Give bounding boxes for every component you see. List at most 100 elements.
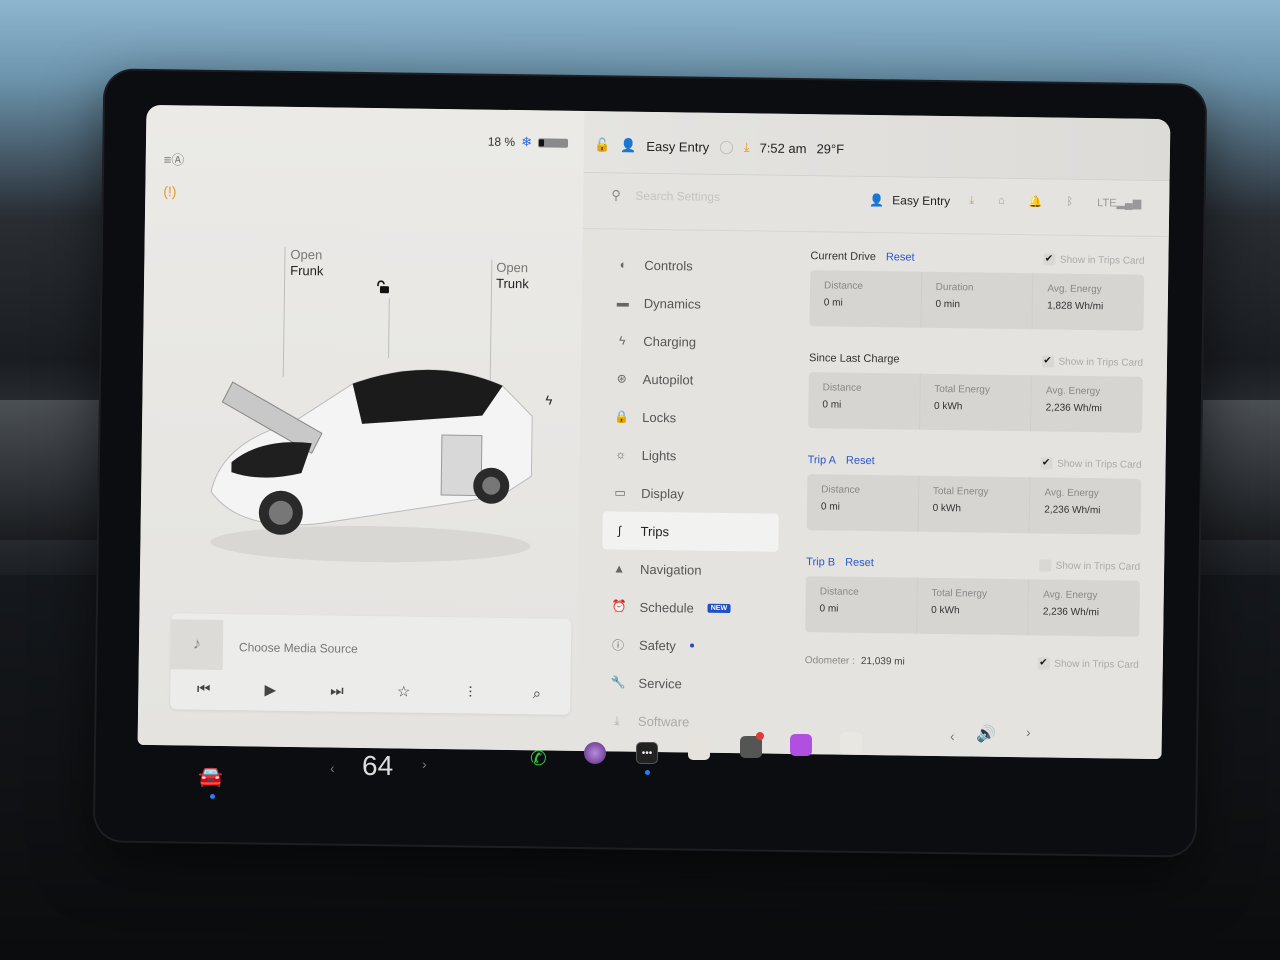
current-drive-reset-button[interactable]: Reset: [886, 251, 915, 263]
nav-navigation[interactable]: ▲ Navigation: [602, 549, 779, 589]
nav-lights[interactable]: ☼ Lights: [603, 435, 780, 475]
nav-charging[interactable]: ϟ Charging: [605, 321, 782, 361]
safety-notification-dot: [689, 643, 694, 648]
nav-label: Locks: [642, 409, 677, 425]
stat-label: Avg. Energy: [1047, 283, 1102, 296]
volume-up-chevron-icon[interactable]: ›: [1026, 724, 1031, 740]
stat-label: Avg. Energy: [1043, 589, 1098, 602]
nav-locks[interactable]: 🔒 Locks: [604, 397, 781, 437]
stat-cell: Distance 0 mi: [805, 576, 918, 634]
play-icon[interactable]: ▶: [250, 680, 290, 699]
trunk-action: Open: [496, 259, 529, 276]
software-update-icon[interactable]: ⤓: [744, 139, 750, 155]
open-trunk-button[interactable]: Open Trunk: [496, 260, 529, 292]
lock-icon: 🔒: [614, 409, 630, 424]
trunk-label: Trunk: [495, 275, 529, 292]
nav-controls[interactable]: ◐ Controls: [606, 245, 783, 285]
cabin-temperature[interactable]: 64: [362, 750, 393, 782]
steering-wheel-icon: ⊛: [616, 371, 627, 386]
settings-header: ⚲ 👤 Easy Entry ⤓ ⌂ 🔔 ᛒ LTE▂▄▆: [582, 172, 1170, 238]
settings-profile-button[interactable]: 👤 Easy Entry: [869, 193, 950, 208]
volume-down-chevron-icon[interactable]: ‹: [950, 728, 955, 744]
trip-a-reset-button[interactable]: Reset: [846, 455, 875, 467]
new-badge: NEW: [707, 603, 731, 613]
show-label: Show in Trips Card: [1055, 560, 1141, 573]
checkmark-icon: ✔: [1042, 253, 1056, 266]
tire-pressure-warning-icon[interactable]: (!): [163, 183, 187, 203]
podcasts-icon[interactable]: [790, 734, 812, 756]
battery-icon: [537, 137, 569, 148]
toybox-icon[interactable]: [688, 738, 710, 760]
snowflake-icon: ❄: [521, 134, 533, 150]
checkmark-icon: ✔: [1037, 657, 1050, 670]
car-icon[interactable]: 🚘: [198, 764, 223, 789]
stat-value: 2,236 Wh/mi: [1045, 402, 1102, 415]
equalizer-icon[interactable]: ⫶: [450, 684, 490, 702]
stat-value: 2,236 Wh/mi: [1044, 504, 1101, 517]
dashcam-error-badge: [756, 732, 764, 740]
trip-a-title[interactable]: Trip A: [808, 454, 836, 466]
unlocked-icon[interactable]: [376, 280, 390, 294]
nav-dynamics[interactable]: ▬ Dynamics: [606, 283, 783, 323]
nav-trips[interactable]: ∫ Trips: [602, 511, 779, 552]
sentry-icon[interactable]: ◯: [719, 139, 734, 155]
phone-icon[interactable]: ✆: [530, 746, 547, 771]
notes-icon[interactable]: [840, 732, 862, 754]
media-source-button[interactable]: Choose Media Source: [239, 640, 358, 656]
stat-cell: Distance 0 mi: [809, 270, 922, 328]
since-last-charge-show-checkbox[interactable]: ✔ Show in Trips Card: [1041, 355, 1143, 368]
car-status-panel: 18 % ❄ ≡Ⓐ (!) Open Frunk Open Trunk ϟ ♪ …: [137, 104, 585, 751]
trip-b-show-checkbox[interactable]: Show in Trips Card: [1038, 559, 1141, 573]
volume-icon[interactable]: 🔊: [976, 724, 996, 744]
notifications-bell-icon[interactable]: 🔔: [1029, 195, 1043, 208]
nav-display[interactable]: ▭ Display: [603, 473, 780, 513]
unlocked-status-icon[interactable]: 🔓: [594, 137, 610, 153]
download-icon[interactable]: ⤓: [969, 194, 974, 207]
stat-value: 0 mi: [822, 399, 842, 411]
active-indicator: [645, 770, 650, 775]
profile-name[interactable]: Easy Entry: [646, 138, 709, 154]
stat-label: Distance: [823, 280, 864, 292]
frunk-action: Open: [290, 246, 323, 263]
current-drive-show-checkbox[interactable]: ✔ Show in Trips Card: [1042, 253, 1145, 266]
next-track-icon[interactable]: ⏭: [317, 682, 357, 700]
search-settings-input[interactable]: [635, 183, 816, 211]
stat-cell: Avg. Energy 2,236 Wh/mi: [1030, 477, 1141, 535]
more-apps-icon[interactable]: •••: [636, 742, 658, 764]
lte-signal-icon: LTE▂▄▆: [1097, 197, 1142, 210]
current-drive-header: Current Drive Reset ✔ Show in Trips Card: [810, 246, 1144, 271]
empty-checkbox-icon: [1038, 559, 1051, 572]
nav-autopilot[interactable]: ⊛ Autopilot: [604, 359, 781, 399]
nav-schedule[interactable]: ⏰ Schedule NEW: [601, 587, 778, 627]
trip-b-title[interactable]: Trip B: [806, 556, 835, 568]
stat-label: Total Energy: [934, 383, 990, 396]
camera-icon[interactable]: [584, 742, 606, 764]
previous-track-icon[interactable]: ⏮: [184, 680, 224, 698]
bluetooth-icon[interactable]: ᛒ: [1066, 196, 1073, 209]
stat-value: 0 mi: [823, 297, 843, 309]
checkmark-icon: ✔: [1041, 355, 1054, 368]
search-icon: ⚲: [611, 187, 621, 203]
stat-cell: Total Energy 0 kWh: [916, 577, 1030, 636]
favorite-star-icon[interactable]: ☆: [384, 682, 424, 701]
charge-port-icon[interactable]: ϟ: [545, 392, 552, 407]
stat-value: 0 kWh: [933, 400, 963, 413]
trip-a-show-checkbox[interactable]: ✔ Show in Trips Card: [1040, 457, 1142, 470]
nav-safety[interactable]: ⓘ Safety: [601, 625, 778, 665]
temp-down-chevron-icon[interactable]: ‹: [330, 760, 335, 776]
nav-service[interactable]: 🔧 Service: [600, 663, 777, 703]
checkmark-icon: ✔: [1040, 457, 1053, 470]
stat-value: 0 mi: [819, 603, 839, 615]
trips-content: Current Drive Reset ✔ Show in Trips Card …: [805, 246, 1145, 671]
temp-up-chevron-icon[interactable]: ›: [422, 756, 427, 772]
bolt-icon: ϟ: [618, 333, 626, 348]
trip-b-card: Distance 0 mi Total Energy 0 kWh Avg. Ener…: [805, 576, 1140, 637]
odometer-show-checkbox[interactable]: ✔ Show in Trips Card: [1037, 657, 1139, 670]
media-search-icon[interactable]: ⌕: [517, 685, 557, 703]
active-indicator: [210, 794, 215, 799]
profile-icon: 👤: [869, 192, 885, 208]
trip-a-card: Distance 0 mi Total Energy 0 kWh Avg. Ener…: [806, 474, 1142, 535]
homelink-icon[interactable]: ⌂: [998, 195, 1005, 208]
trip-b-reset-button[interactable]: Reset: [845, 557, 874, 569]
open-frunk-button[interactable]: Open Frunk: [290, 247, 324, 279]
